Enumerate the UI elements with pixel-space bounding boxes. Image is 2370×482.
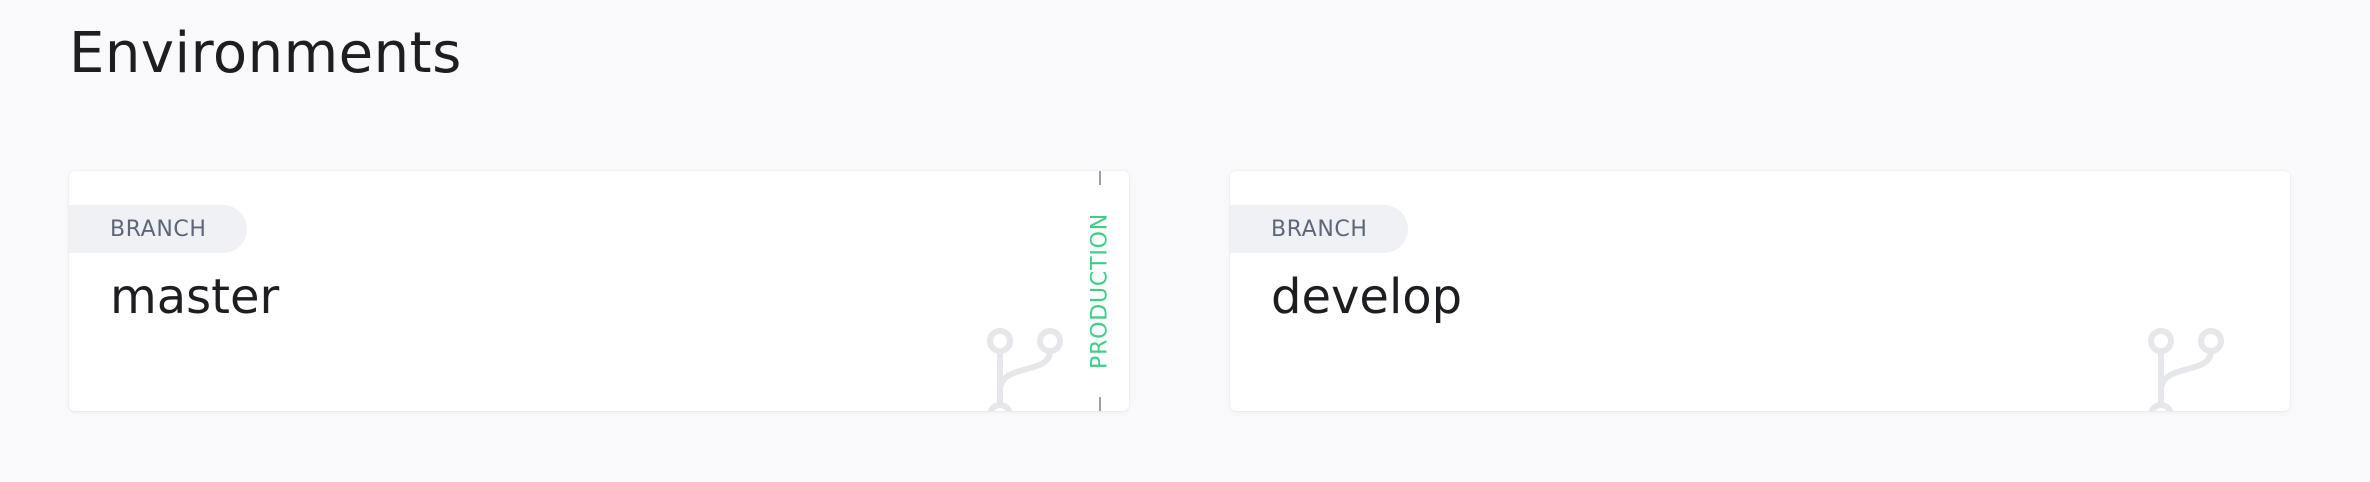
branch-type-label: BRANCH	[1271, 216, 1368, 242]
branch-type-badge: BRANCH	[69, 205, 247, 253]
git-branch-icon	[2148, 328, 2224, 411]
environment-card-master[interactable]: BRANCH master PRODUCTION	[69, 171, 1129, 411]
production-tick-top	[1099, 171, 1101, 185]
git-branch-icon	[987, 328, 1063, 411]
environment-card-develop[interactable]: BRANCH develop	[1230, 171, 2290, 411]
production-tick-bottom	[1099, 397, 1101, 411]
branch-name: develop	[1271, 269, 1463, 325]
branch-type-badge: BRANCH	[1230, 205, 1408, 253]
production-label: PRODUCTION	[1087, 213, 1113, 369]
page-title: Environments	[69, 21, 462, 86]
branch-type-label: BRANCH	[110, 216, 207, 242]
production-tag: PRODUCTION	[1087, 171, 1113, 411]
branch-name: master	[110, 269, 280, 325]
